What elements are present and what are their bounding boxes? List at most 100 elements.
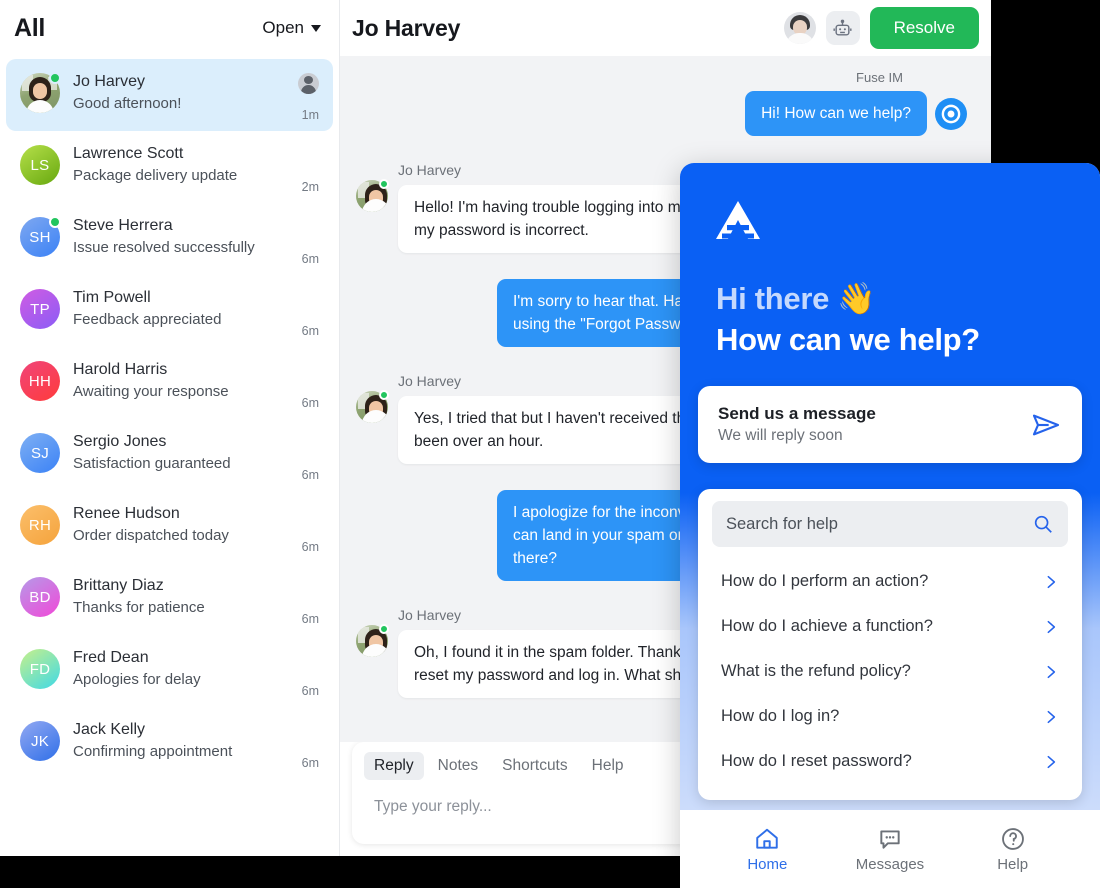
- avatar-wrapper: HH: [20, 361, 60, 401]
- status-filter-label: Open: [262, 18, 304, 37]
- paper-plane-icon[interactable]: [1030, 409, 1062, 441]
- avatar: JK: [20, 721, 60, 761]
- list-item-name: Harold Harris: [73, 361, 168, 378]
- widget-home-screen: Hi there 👋 How can we help? Send us a me…: [680, 163, 1100, 810]
- avatar-wrapper: SJ: [20, 433, 60, 473]
- avatar-wrapper: LS: [20, 145, 60, 185]
- list-item-timestamp: 2m: [301, 180, 319, 194]
- widget-nav-label: Messages: [855, 855, 925, 873]
- page-title: All: [14, 13, 46, 42]
- fuse-logo-badge: [935, 97, 967, 130]
- help-search-input[interactable]: Search for help: [712, 501, 1068, 547]
- list-item[interactable]: TP Tim Powell Feedback appreciated 6m: [6, 275, 333, 347]
- chevron-right-icon: [1047, 710, 1056, 723]
- outgoing-message-bubble: Hi! How can we help?: [745, 91, 927, 136]
- composer-tab-reply[interactable]: Reply: [364, 752, 424, 780]
- home-icon: [754, 826, 780, 852]
- list-item-timestamp: 6m: [301, 396, 319, 410]
- list-item[interactable]: SH Steve Herrera Issue resolved successful…: [6, 203, 333, 275]
- online-status-dot: [49, 72, 61, 84]
- list-item[interactable]: LS Lawrence Scott Package delivery update 2…: [6, 131, 333, 203]
- avatar-wrapper: FD: [20, 649, 60, 689]
- fuse-triangle-logo: [716, 201, 760, 239]
- list-item-preview: Feedback appreciated: [73, 311, 222, 328]
- list-item-preview: Thanks for patience: [73, 599, 205, 616]
- list-item[interactable]: JK Jack Kelly Confirming appointment 6m: [6, 707, 333, 779]
- list-item-preview: Confirming appointment: [73, 743, 233, 760]
- avatar-wrapper: [356, 179, 389, 212]
- widget-hero: Hi there 👋 How can we help?: [680, 163, 1100, 360]
- help-question-list[interactable]: How do I perform an action? How do I achi…: [712, 559, 1068, 784]
- message-row: Hi! How can we help?: [356, 91, 975, 136]
- list-item-timestamp: 6m: [301, 468, 319, 482]
- list-item-preview: Awaiting your response: [73, 383, 229, 400]
- assignee-avatar: [298, 73, 319, 94]
- help-question-label: How do I achieve a function?: [721, 617, 933, 635]
- resolve-button[interactable]: Resolve: [869, 7, 979, 49]
- avatar-wrapper: SH: [20, 216, 61, 257]
- list-item-preview: Apologies for delay: [73, 671, 201, 688]
- chevron-right-icon: [1047, 575, 1056, 588]
- help-question-item[interactable]: How do I log in?: [712, 694, 1068, 739]
- help-search-placeholder: Search for help: [726, 514, 838, 533]
- composer-tab-help[interactable]: Help: [582, 752, 634, 780]
- send-card-subtitle: We will reply soon: [718, 427, 843, 444]
- widget-nav-messages[interactable]: Messages: [847, 826, 933, 873]
- list-item-name: Tim Powell: [73, 289, 151, 306]
- widget-nav-label: Home: [747, 855, 788, 873]
- list-item-name: Sergio Jones: [73, 433, 167, 450]
- list-item[interactable]: FD Fred Dean Apologies for delay 6m: [6, 635, 333, 707]
- avatar-wrapper: JK: [20, 721, 60, 761]
- avatar-wrapper: RH: [20, 505, 60, 545]
- chevron-right-icon: [1047, 755, 1056, 768]
- help-card: Search for help How do I perform an acti…: [698, 489, 1082, 800]
- agent-avatar[interactable]: [783, 12, 816, 44]
- send-message-card[interactable]: Send us a message We will reply soon: [698, 386, 1082, 463]
- online-status-dot: [379, 179, 389, 189]
- widget-nav-home[interactable]: Home: [724, 826, 810, 873]
- composer-tab-shortcuts[interactable]: Shortcuts: [492, 752, 577, 780]
- search-icon: [1034, 515, 1052, 533]
- chevron-right-icon: [1047, 665, 1056, 678]
- avatar: SJ: [20, 433, 60, 473]
- avatar-wrapper: TP: [20, 289, 60, 329]
- conversation-title: Jo Harvey: [352, 14, 461, 41]
- conversation-list[interactable]: Jo Harvey Good afternoon! 1m LS Lawrence Sco…: [0, 56, 339, 856]
- avatar-wrapper: [356, 624, 389, 657]
- list-item-name: Renee Hudson: [73, 505, 180, 522]
- list-item-name: Steve Herrera: [73, 217, 173, 234]
- list-item[interactable]: BD Brittany Diaz Thanks for patience 6m: [6, 563, 333, 635]
- widget-bottom-nav[interactable]: Home Messages Help: [680, 810, 1100, 888]
- help-question-item[interactable]: How do I achieve a function?: [712, 604, 1068, 649]
- list-item-name: Fred Dean: [73, 649, 149, 666]
- online-status-dot: [49, 216, 61, 228]
- widget-nav-help[interactable]: Help: [970, 826, 1056, 873]
- conversation-header: Jo Harvey Resolve: [340, 0, 991, 56]
- online-status-dot: [379, 624, 389, 634]
- robot-icon[interactable]: [825, 11, 860, 45]
- list-item[interactable]: SJ Sergio Jones Satisfaction guaranteed 6m: [6, 419, 333, 491]
- help-question-label: How do I log in?: [721, 707, 840, 725]
- help-question-item[interactable]: How do I reset password?: [712, 739, 1068, 784]
- help-question-label: How do I perform an action?: [721, 572, 929, 590]
- status-filter-dropdown[interactable]: Open: [262, 18, 321, 38]
- list-item-name: Brittany Diaz: [73, 577, 164, 594]
- avatar: BD: [20, 577, 60, 617]
- composer-tab-notes[interactable]: Notes: [428, 752, 489, 780]
- help-question-item[interactable]: How do I perform an action?: [712, 559, 1068, 604]
- online-status-dot: [379, 390, 389, 400]
- list-item[interactable]: HH Harold Harris Awaiting your response 6m: [6, 347, 333, 419]
- list-item-preview: Order dispatched today: [73, 527, 229, 544]
- list-item[interactable]: RH Renee Hudson Order dispatched today 6m: [6, 491, 333, 563]
- avatar-wrapper: [356, 390, 389, 423]
- list-item-name: Lawrence Scott: [73, 145, 184, 162]
- source-label: Fuse IM: [856, 70, 903, 85]
- send-card-title: Send us a message: [718, 404, 876, 423]
- chevron-down-icon: [311, 24, 321, 32]
- avatar-wrapper: BD: [20, 577, 60, 617]
- help-question-item[interactable]: What is the refund policy?: [712, 649, 1068, 694]
- screen: All Open Jo Harvey Good afternoon! 1m LS Law…: [0, 0, 1100, 888]
- list-item[interactable]: Jo Harvey Good afternoon! 1m: [6, 59, 333, 131]
- list-item-timestamp: 6m: [301, 252, 319, 266]
- list-item-timestamp: 1m: [301, 108, 319, 122]
